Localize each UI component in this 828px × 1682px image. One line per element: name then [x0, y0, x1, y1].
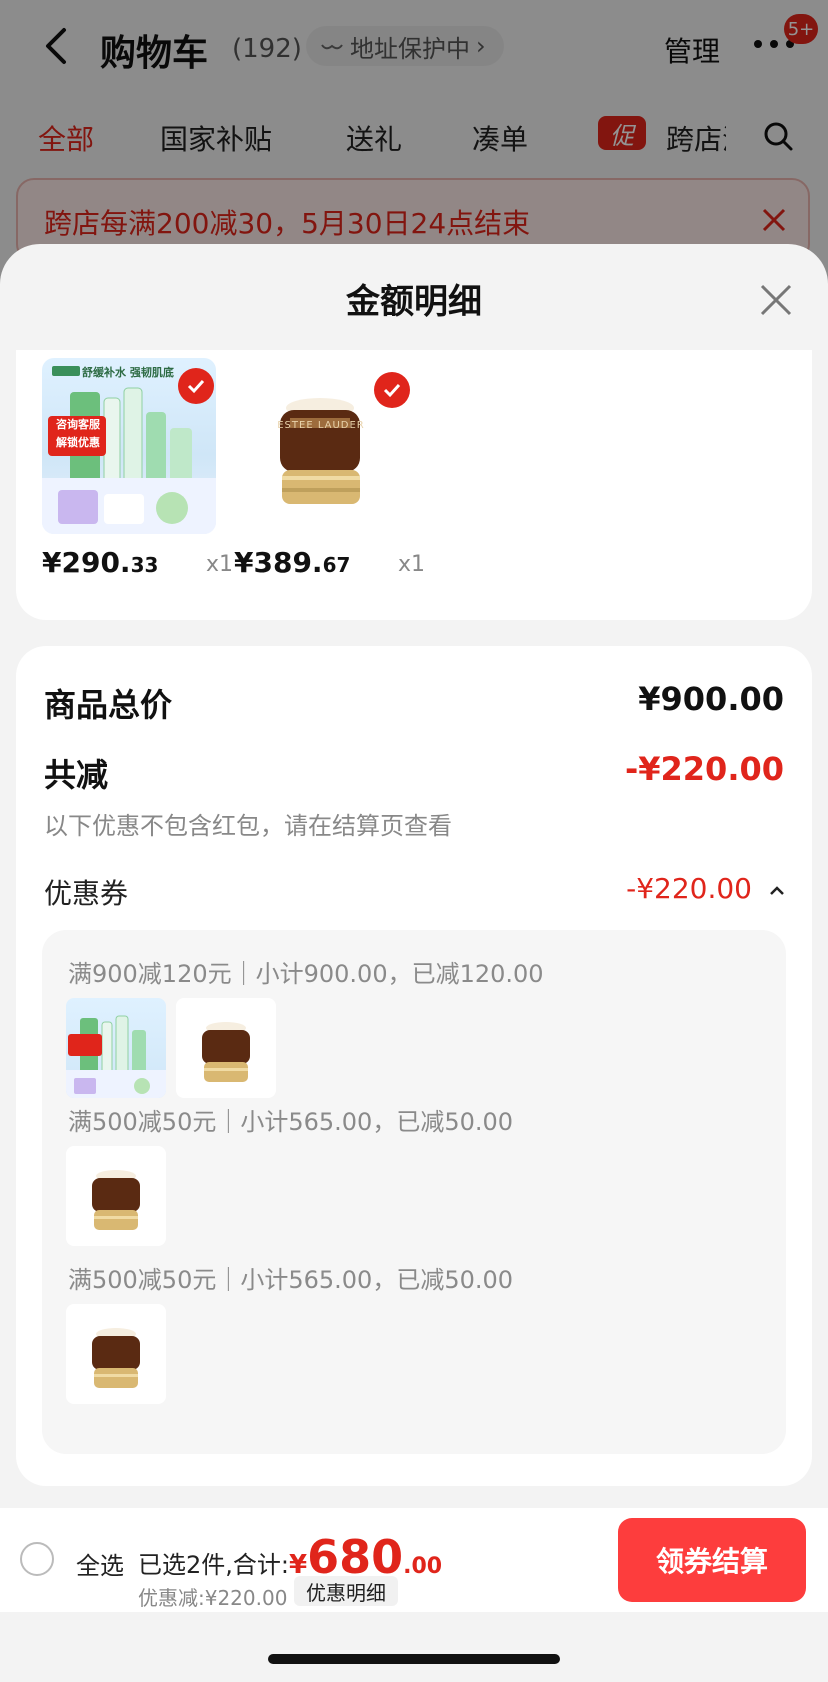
thumb-badge-text: 咨询客服 解锁优惠 [56, 418, 100, 449]
selected-count-text: 已选2件,合计: [138, 1551, 289, 1579]
total-reduce-value: -¥220.00 [624, 750, 784, 788]
close-icon[interactable] [756, 280, 796, 320]
checkout-button[interactable]: 领券结算 [618, 1518, 806, 1602]
item-quantity: x1 [206, 552, 234, 577]
price-summary-card: 商品总价 ¥900.00 共减 -¥220.00 以下优惠不包含红包，请在结算页… [16, 646, 812, 1486]
coupon-rule: 满500减50元｜小计565.00，已减50.00 [68, 1266, 514, 1294]
coupon-rule: 满900减120元｜小计900.00，已减120.00 [68, 960, 544, 988]
coupon-value[interactable]: -¥220.00 [626, 872, 752, 905]
item-price: ¥290.33 [42, 546, 159, 579]
total-amount-decimal: .00 [403, 1554, 443, 1579]
select-all-label[interactable]: 全选 [76, 1546, 124, 1581]
thumb-headline: 舒缓补水 强韧肌底 [82, 366, 174, 379]
total-price-label: 商品总价 [44, 686, 173, 724]
coupon-item-thumbnail [176, 998, 276, 1098]
coupon-item-thumbnail [66, 998, 166, 1098]
selected-items-card: 舒缓补水 强韧肌底 咨询客服 解锁优惠 ¥290.33 x1 ESTEE LAU [16, 350, 812, 620]
amount-detail-sheet: 金额明细 舒缓补水 强韧肌底 咨询客服 解锁优惠 ¥290.33 x1 ESTE… [0, 244, 828, 1682]
coupon-item-thumbnail [66, 1304, 166, 1404]
red-packet-note: 以下优惠不包含红包，请在结算页查看 [44, 812, 452, 840]
total-price-value: ¥900.00 [638, 680, 784, 718]
sheet-title: 金额明细 [346, 282, 482, 322]
chevron-up-icon[interactable] [768, 884, 786, 896]
coupon-rule: 满500减50元｜小计565.00，已减50.00 [68, 1108, 514, 1136]
home-indicator [268, 1654, 560, 1664]
total-summary: 已选2件,合计: ¥ 680 .00 [138, 1530, 442, 1584]
checked-icon[interactable] [178, 368, 214, 404]
item-quantity: x1 [398, 552, 426, 577]
discount-detail-button[interactable]: 优惠明细 [294, 1576, 398, 1606]
total-reduce-label: 共减 [44, 756, 109, 794]
coupon-breakdown: 满900减120元｜小计900.00，已减120.00 满500减50元｜小计5… [42, 930, 786, 1454]
item-price: ¥389.67 [234, 546, 351, 579]
checked-icon[interactable] [374, 372, 410, 408]
coupon-label[interactable]: 优惠券 [44, 872, 128, 912]
coupon-item-thumbnail [66, 1146, 166, 1246]
discount-text: 优惠减:¥220.00 [138, 1586, 288, 1610]
thumb-brand-text: ESTEE LAUDER [277, 420, 365, 431]
select-all-radio[interactable] [20, 1542, 54, 1576]
